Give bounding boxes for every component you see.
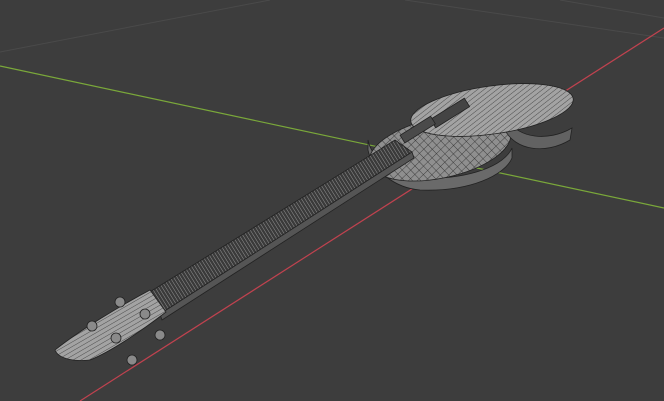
tuning-peg <box>110 332 122 344</box>
tuning-peg <box>126 354 138 366</box>
tuning-peg <box>86 320 98 332</box>
tuning-peg <box>154 329 166 341</box>
viewport-canvas[interactable] <box>0 0 664 401</box>
tuning-peg <box>114 296 126 308</box>
tuning-peg <box>139 308 151 320</box>
3d-viewport[interactable] <box>0 0 664 401</box>
